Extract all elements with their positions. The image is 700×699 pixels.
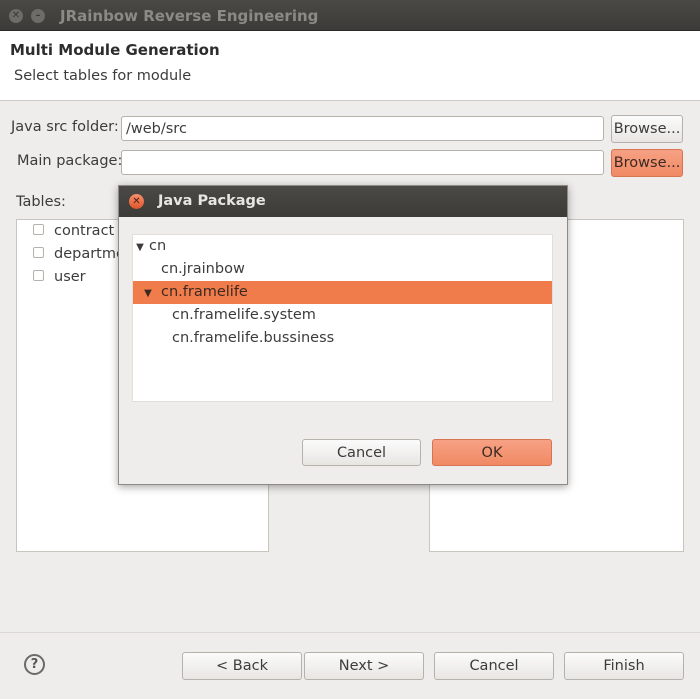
close-window-icon[interactable]: ✕ xyxy=(9,9,23,23)
back-button[interactable]: < Back xyxy=(182,652,302,680)
dialog-ok-button[interactable]: OK xyxy=(432,439,552,466)
dialog-title: Java Package xyxy=(158,193,266,209)
table-item-user[interactable]: user xyxy=(33,269,86,289)
main-package-label: Main package: xyxy=(17,153,123,169)
help-icon[interactable]: ? xyxy=(24,654,45,675)
next-button[interactable]: Next > xyxy=(304,652,424,680)
browse-package-button[interactable]: Browse... xyxy=(611,149,683,177)
tree-node-cn-jrainbow[interactable]: cn.jrainbow xyxy=(133,258,552,281)
wizard-header: Multi Module Generation Select tables fo… xyxy=(0,31,700,101)
browse-src-button[interactable]: Browse... xyxy=(611,115,683,143)
expand-icon[interactable]: ▼ xyxy=(133,236,147,259)
tree-node-cn-framelife-bussiness[interactable]: cn.framelife.bussiness xyxy=(133,327,552,350)
window-title: JRainbow Reverse Engineering xyxy=(60,7,319,25)
window-titlebar: ✕ – JRainbow Reverse Engineering xyxy=(0,0,700,31)
checkbox[interactable] xyxy=(33,269,44,281)
main-package-input[interactable] xyxy=(121,150,604,175)
src-folder-input[interactable] xyxy=(121,116,604,141)
dialog-cancel-button[interactable]: Cancel xyxy=(302,439,421,466)
src-folder-label: Java src folder: xyxy=(11,119,119,135)
finish-button[interactable]: Finish xyxy=(564,652,684,680)
table-item-department[interactable]: departme xyxy=(33,246,125,266)
tables-label: Tables: xyxy=(16,194,66,210)
tree-node-cn[interactable]: ▼ cn xyxy=(133,235,552,258)
table-item-contract[interactable]: contract xyxy=(33,223,114,243)
page-title: Multi Module Generation xyxy=(10,41,220,59)
minimize-window-icon[interactable]: – xyxy=(31,9,45,23)
package-tree[interactable]: ▼ cn cn.jrainbow ▼ cn.framelife cn.frameli… xyxy=(132,234,553,402)
java-package-dialog: ✕ Java Package ▼ cn cn.jrainbow ▼ cn.frame… xyxy=(118,185,568,485)
dialog-titlebar: ✕ Java Package xyxy=(119,186,567,217)
checkbox[interactable] xyxy=(33,246,44,258)
footer-divider xyxy=(0,632,700,633)
tree-node-cn-framelife[interactable]: ▼ cn.framelife xyxy=(133,281,552,304)
expand-icon[interactable]: ▼ xyxy=(141,282,155,305)
tree-node-cn-framelife-system[interactable]: cn.framelife.system xyxy=(133,304,552,327)
cancel-button[interactable]: Cancel xyxy=(434,652,554,680)
close-icon[interactable]: ✕ xyxy=(129,194,144,209)
page-subtitle: Select tables for module xyxy=(14,68,192,84)
checkbox[interactable] xyxy=(33,223,44,235)
